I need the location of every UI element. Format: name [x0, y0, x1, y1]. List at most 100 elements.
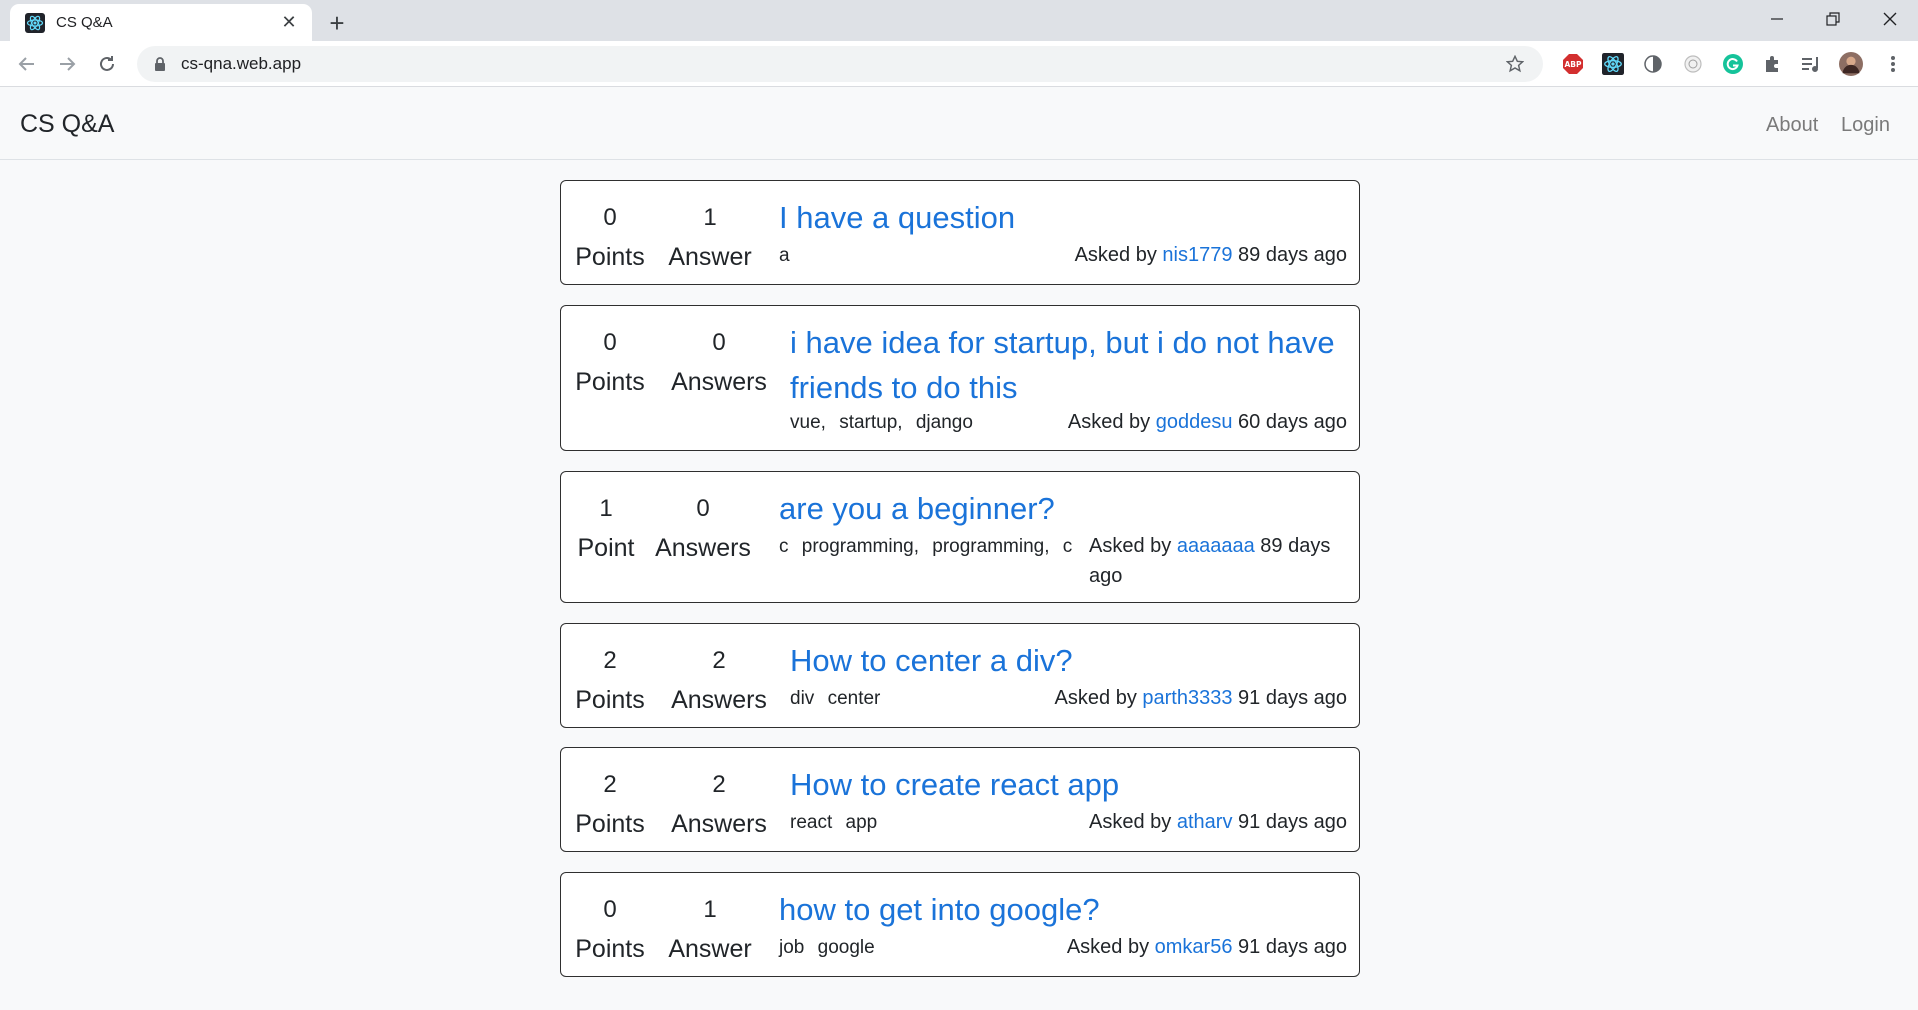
timer-icon[interactable] — [1681, 52, 1705, 76]
question-title-line[interactable]: i have idea for startup, but i do not ha… — [790, 320, 1335, 365]
question-tags: react app — [790, 812, 885, 834]
question-title-line[interactable]: friends to do this — [790, 365, 1335, 410]
media-queue-icon[interactable] — [1799, 52, 1823, 76]
brand-logo[interactable]: CS Q&A — [20, 110, 114, 139]
answers-stat: 2 Answers — [665, 773, 773, 837]
grammarly-icon[interactable] — [1721, 52, 1745, 76]
tag[interactable]: a — [779, 245, 790, 266]
close-window-button[interactable] — [1862, 0, 1918, 38]
user-link[interactable]: aaaaaaa — [1177, 535, 1255, 557]
user-link[interactable]: parth3333 — [1142, 687, 1232, 709]
svg-text:ABP: ABP — [1564, 60, 1582, 69]
points-value: 2 — [603, 771, 617, 798]
asked-by-label: Asked by — [1066, 936, 1150, 958]
user-link[interactable]: goddesu — [1156, 411, 1233, 433]
answers-stat: 0 Answers — [653, 497, 753, 561]
tag[interactable]: startup, — [839, 412, 902, 433]
points-label: Points — [575, 810, 645, 838]
user-link[interactable]: atharv — [1177, 811, 1233, 833]
answers-value: 0 — [696, 495, 710, 522]
answers-value: 1 — [703, 204, 717, 231]
answers-label: Answer — [668, 243, 752, 271]
asked-time: 91 days ago — [1238, 811, 1347, 833]
points-value: 1 — [599, 495, 613, 522]
answers-label: Answers — [671, 810, 767, 838]
asked-by: Asked by parth3333 91 days ago — [1017, 683, 1347, 713]
question-title-line[interactable]: How to create react app — [790, 767, 1119, 802]
asked-by: Asked by atharv 91 days ago — [1037, 807, 1347, 837]
login-link[interactable]: Login — [1841, 114, 1890, 137]
question-tags: job google — [779, 937, 883, 959]
restore-window-button[interactable] — [1805, 0, 1861, 38]
bookmark-star-icon[interactable] — [1505, 54, 1525, 74]
tag[interactable]: app — [846, 812, 878, 833]
adblock-plus-icon[interactable]: ABP — [1561, 52, 1585, 76]
lock-icon — [151, 55, 169, 73]
app-navbar: CS Q&A About Login — [0, 88, 1918, 160]
address-bar[interactable]: cs-qna.web.app — [137, 46, 1543, 82]
question-title-line[interactable]: are you a beginner? — [779, 491, 1055, 526]
tag[interactable]: google — [818, 937, 875, 958]
asked-time: 60 days ago — [1238, 411, 1347, 433]
question-title-link[interactable]: How to center a div? — [790, 638, 1073, 683]
question-title-link[interactable]: i have idea for startup, but i do not ha… — [790, 320, 1335, 410]
points-stat: 0 Points — [575, 898, 645, 962]
tag[interactable]: c — [1063, 536, 1073, 557]
forward-arrow-icon[interactable] — [52, 49, 82, 79]
asked-by: Asked by omkar56 91 days ago — [1037, 932, 1347, 962]
tag[interactable]: django — [916, 412, 973, 433]
question-title-line[interactable]: How to center a div? — [790, 643, 1073, 678]
asked-time-continued: ago — [1089, 565, 1123, 587]
asked-by-label: Asked by — [1067, 411, 1151, 433]
user-link[interactable]: omkar56 — [1155, 936, 1233, 958]
asked-by-label: Asked by — [1089, 535, 1172, 557]
question-title-line[interactable]: how to get into google? — [779, 892, 1100, 927]
answers-value: 0 — [712, 329, 726, 356]
points-value: 0 — [603, 896, 617, 923]
tag[interactable]: job — [779, 937, 804, 958]
points-value: 0 — [603, 204, 617, 231]
question-title-line[interactable]: I have a question — [779, 200, 1015, 235]
question-tags: c programming, programming, c — [779, 536, 1080, 558]
tag[interactable]: div — [790, 688, 814, 709]
question-title-link[interactable]: are you a beginner? — [779, 486, 1055, 531]
reload-icon[interactable] — [92, 49, 122, 79]
points-label: Points — [575, 686, 645, 714]
asked-by-label: Asked by — [1074, 244, 1157, 266]
tag[interactable]: c — [779, 536, 789, 557]
asked-by: Asked by goddesu 60 days ago — [1037, 407, 1347, 437]
react-devtools-icon[interactable] — [1601, 52, 1625, 76]
puzzle-extensions-icon[interactable] — [1761, 52, 1785, 76]
minimize-window-button[interactable] — [1749, 0, 1805, 38]
tag[interactable]: center — [828, 688, 881, 709]
answers-value: 1 — [703, 896, 717, 923]
question-tags: a — [779, 245, 798, 267]
browser-tab-strip: CS Q&A ✕ + — [0, 0, 1918, 41]
browser-tab[interactable]: CS Q&A ✕ — [10, 4, 312, 41]
tag[interactable]: programming, — [932, 536, 1049, 557]
points-label: Points — [575, 368, 645, 396]
points-value: 2 — [603, 647, 617, 674]
user-link[interactable]: nis1779 — [1162, 244, 1232, 266]
url-text: cs-qna.web.app — [181, 54, 302, 73]
dark-circle-icon[interactable] — [1641, 52, 1665, 76]
question-title-link[interactable]: I have a question — [779, 195, 1015, 240]
answers-stat: 0 Answers — [665, 331, 773, 395]
tag[interactable]: vue, — [790, 412, 826, 433]
points-label: Points — [575, 243, 645, 271]
back-arrow-icon[interactable] — [12, 49, 42, 79]
answers-label: Answers — [671, 368, 767, 396]
question-title-link[interactable]: how to get into google? — [779, 887, 1100, 932]
close-tab-icon[interactable]: ✕ — [278, 12, 300, 34]
tag[interactable]: programming, — [802, 536, 919, 557]
asked-by-label: Asked by — [1054, 687, 1137, 709]
about-link[interactable]: About — [1766, 114, 1818, 137]
browser-toolbar: cs-qna.web.app ABP — [0, 41, 1918, 87]
question-tags: div center — [790, 688, 888, 710]
tag[interactable]: react — [790, 812, 832, 833]
profile-avatar[interactable] — [1839, 52, 1863, 76]
points-label: Points — [575, 935, 645, 963]
question-title-link[interactable]: How to create react app — [790, 762, 1119, 807]
browser-menu-icon[interactable] — [1881, 52, 1905, 76]
new-tab-button[interactable]: + — [322, 8, 352, 38]
